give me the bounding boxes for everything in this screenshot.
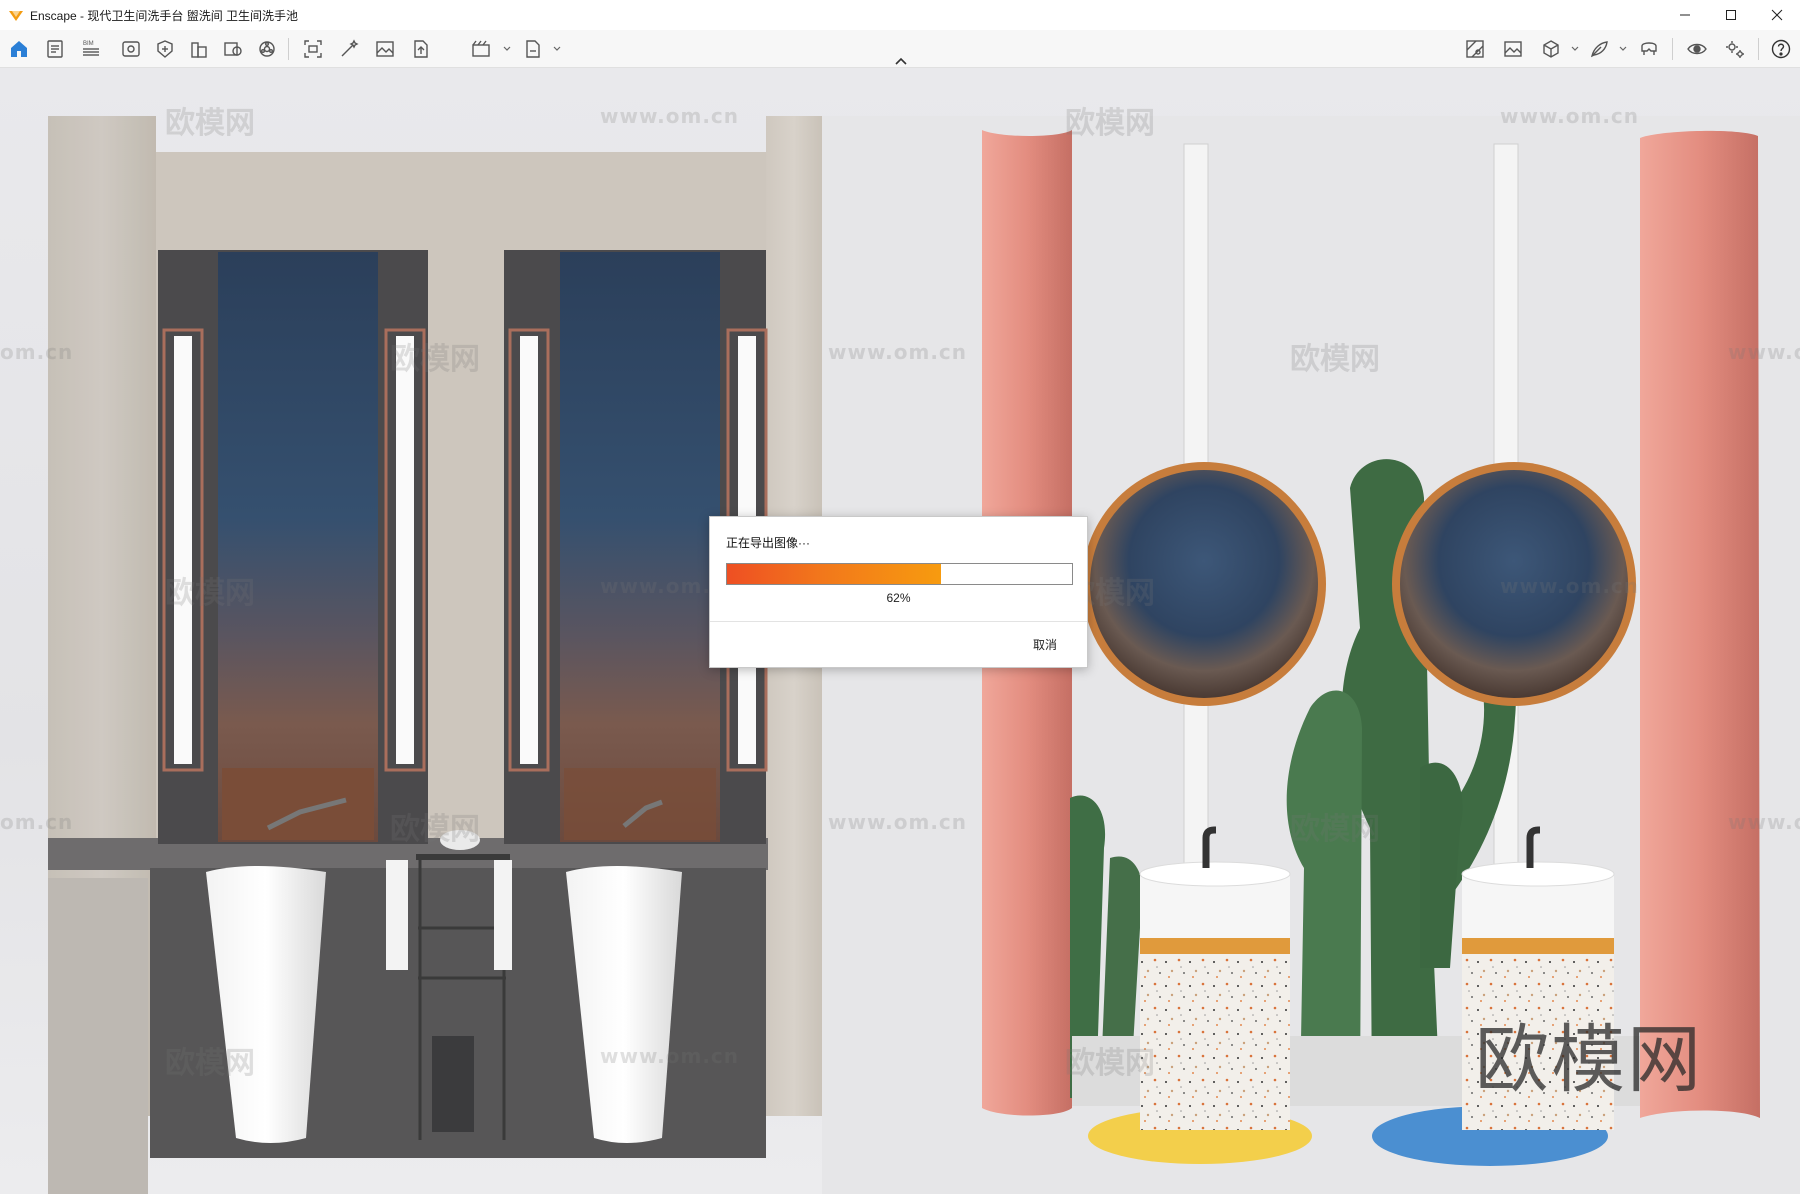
home-icon [11,41,27,57]
enscape-logo-icon [9,11,23,21]
minimize-icon [1680,14,1690,16]
watermark-url: www.om.cn [828,340,968,364]
gallery-icon [1504,41,1522,57]
settings-button[interactable] [1720,35,1750,63]
watermark-logo: 欧模网 [390,812,480,847]
watermark-url: om.cn [0,340,74,364]
atmosphere-button[interactable] [252,35,282,63]
watermark-url: www.om.cn [1728,810,1800,834]
map-icon [1466,40,1484,58]
toolbar-separator [1672,38,1673,60]
upload-icon [414,40,428,58]
home-button[interactable] [4,35,34,63]
chevron-down-icon[interactable] [552,42,562,56]
watermark-logo: 欧模网 [1065,1046,1155,1081]
building-button[interactable] [184,35,214,63]
screenshot-button[interactable] [298,35,328,63]
minimize-button[interactable] [1662,0,1708,30]
window-title: Enscape - 现代卫生间洗手台 盥洗间 卫生间洗手池 [30,8,299,23]
building-icon [191,42,207,58]
feather-button[interactable] [1584,35,1614,63]
watermark-logo: 欧模网 [165,106,255,141]
view-icon [122,41,140,57]
chevron-down-icon[interactable] [1570,42,1580,56]
title-bar: Enscape - 现代卫生间洗手台 盥洗间 卫生间洗手池 [0,0,1800,30]
window-controls [1662,0,1800,30]
magic-wand-icon [341,39,359,57]
watermark-url: www.om.cn [600,104,740,128]
project-info-button[interactable] [40,35,70,63]
export-button[interactable] [518,35,548,63]
watermark-url: www.om.cn [1500,104,1640,128]
cube-icon [1543,40,1559,58]
toolbar-separator [288,38,289,60]
dialog-divider [710,621,1087,622]
gallery-button[interactable] [1498,35,1528,63]
progress-percent: 62% [886,591,911,605]
watermark-url: www.om.cn [828,810,968,834]
bim-button[interactable]: BIM [76,35,106,63]
collapse-toolbar-chevron-icon[interactable] [890,54,912,68]
watermark-logo: 欧模网 [1065,106,1155,141]
settings-icon [1726,41,1744,58]
cube-button[interactable] [1536,35,1566,63]
toolbar-separator [1758,38,1759,60]
maximize-icon [1726,10,1736,20]
watermark-logo: 欧模网 [165,576,255,611]
asset-library-button[interactable] [150,35,180,63]
progress-bar [726,563,1073,585]
help-button[interactable] [1766,35,1796,63]
watermark-url: www.om.cn [1728,340,1800,364]
vr-headset-icon [1641,42,1657,55]
atmosphere-icon [259,41,275,57]
vr-headset-button[interactable] [1634,35,1664,63]
watermark-logo: 欧模网 [390,342,480,377]
chevron-down-icon[interactable] [1618,42,1628,56]
upload-button[interactable] [406,35,436,63]
watermark-logo: 欧模网 [1290,342,1380,377]
watermark-url: om.cn [0,810,74,834]
svg-text:BIM: BIM [83,41,94,47]
map-button[interactable] [1460,35,1490,63]
project-info-icon [47,40,63,58]
image-button[interactable] [370,35,400,63]
progress-bar-fill [727,564,941,584]
screenshot-icon [304,40,322,58]
watermark-url: www.om.cn [600,1044,740,1068]
material-info-icon [224,42,242,56]
watermark-large-logo: 欧模网 [1475,1017,1703,1103]
eye-icon [1687,43,1707,55]
batch-render-button[interactable] [466,35,496,63]
close-button[interactable] [1754,0,1800,30]
magic-wand-button[interactable] [334,35,364,63]
watermark-url: www.om.cn [1500,574,1640,598]
image-icon [376,41,394,57]
close-icon [1771,9,1783,21]
maximize-button[interactable] [1708,0,1754,30]
watermark-logo: 欧模网 [165,1046,255,1081]
bim-icon: BIM [83,41,99,56]
cancel-button[interactable]: 取消 [1033,636,1057,653]
batch-render-icon [472,40,490,57]
chevron-down-icon[interactable] [502,42,512,56]
help-icon [1771,39,1791,59]
asset-library-icon [157,40,173,58]
dialog-title: 正在导出图像··· [726,536,810,550]
view-button[interactable] [116,35,146,63]
feather-icon [1590,41,1608,58]
export-progress-dialog: 正在导出图像··· 62% 取消 [709,516,1088,668]
eye-button[interactable] [1682,35,1712,63]
export-icon [526,40,540,58]
material-info-button[interactable] [218,35,248,63]
watermark-logo: 欧模网 [1290,812,1380,847]
